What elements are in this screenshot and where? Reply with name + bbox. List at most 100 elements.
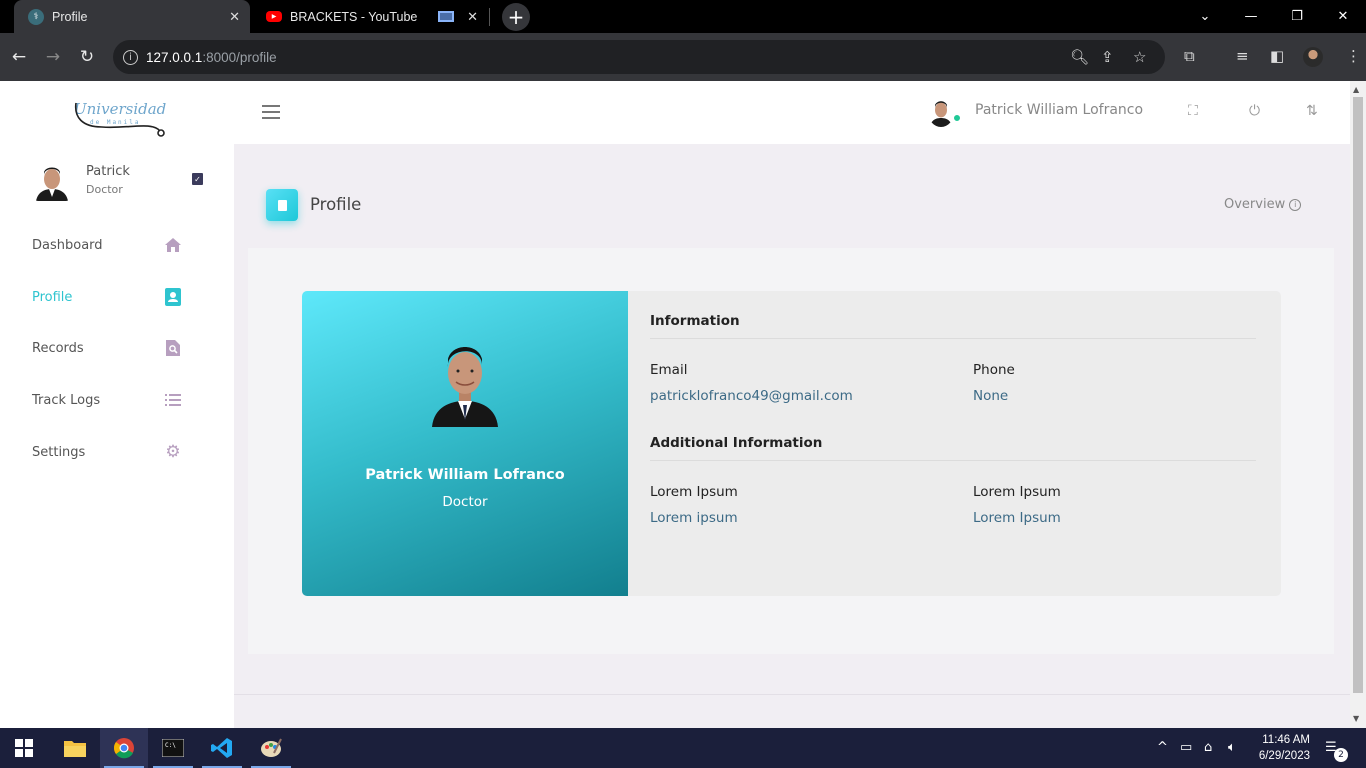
section-divider — [650, 460, 1256, 461]
hamburger-menu-icon[interactable] — [262, 105, 280, 119]
tab-profile[interactable]: ⚕ Profile ✕ — [14, 0, 250, 33]
site-info-icon[interactable]: i — [123, 49, 138, 65]
scroll-thumb[interactable] — [1353, 97, 1363, 693]
top-header: Patrick William Lofranco ⛶ ⏻ ⇅ — [234, 81, 1350, 144]
paint-app-icon[interactable] — [247, 728, 295, 768]
profile-name: Patrick William Lofranco — [365, 467, 565, 483]
clock-date: 6/29/2023 — [1258, 750, 1310, 762]
sidebar-item-label: Records — [32, 340, 84, 356]
minimize-button[interactable]: — — [1228, 0, 1274, 33]
logo-text: Universidad — [74, 100, 166, 118]
header-user-name[interactable]: Patrick William Lofranco — [975, 102, 1143, 118]
profile-avatar-icon[interactable] — [1303, 47, 1323, 67]
sidebar-user-role: Doctor — [86, 183, 123, 196]
url-host: 127.0.0.1 — [146, 49, 203, 65]
phone-value: None — [973, 388, 1009, 404]
home-icon — [164, 236, 182, 254]
tab-separator — [489, 8, 490, 26]
close-window-button[interactable]: ✕ — [1320, 0, 1366, 33]
menu-kebab-icon[interactable]: ⋮ — [1346, 47, 1361, 65]
back-icon[interactable]: ← — [7, 45, 31, 69]
os-taskbar: C:\ ^ ▭ ⌂ 🔈︎ 11:46 AM 6/29/2023 ☰ 2 — [0, 728, 1366, 768]
file-explorer-icon[interactable] — [51, 728, 99, 768]
sidebar-item-settings[interactable]: Settings ⚙ — [32, 437, 192, 467]
sidebar-item-label: Track Logs — [32, 392, 101, 408]
phone-label: Phone — [973, 362, 1015, 378]
page-title-bar: Profile Overview i — [234, 144, 1350, 248]
battery-icon[interactable]: ▭ — [1180, 740, 1192, 755]
close-icon[interactable]: ✕ — [229, 9, 240, 25]
svg-text:C:\: C:\ — [165, 742, 176, 749]
sidebar-user-card[interactable]: Patrick Doctor ✓ — [30, 159, 210, 205]
zoom-icon[interactable]: 🔍︎ — [1070, 48, 1089, 66]
windows-start-icon[interactable] — [0, 728, 48, 768]
forward-icon[interactable]: → — [41, 45, 65, 69]
reload-icon[interactable]: ↻ — [75, 45, 99, 69]
verified-badge-icon: ✓ — [192, 173, 203, 185]
profile-card: Patrick William Lofranco Doctor Informat… — [302, 291, 1281, 596]
profile-summary-panel: Patrick William Lofranco Doctor — [302, 291, 628, 596]
logo[interactable]: Universidad de Manila — [72, 95, 172, 139]
email-label: Email — [650, 362, 688, 378]
side-panel-icon[interactable]: ◧ — [1270, 47, 1284, 65]
sidebar-item-dashboard[interactable]: Dashboard — [32, 230, 192, 260]
scroll-down-arrow-icon[interactable]: ▼ — [1353, 714, 1359, 723]
sidebar-item-label: Settings — [32, 444, 86, 460]
sidebar-item-records[interactable]: Records — [32, 333, 192, 363]
system-clock[interactable]: 11:46 AM 6/29/2023 — [1254, 732, 1310, 764]
scroll-up-arrow-icon[interactable]: ▲ — [1353, 85, 1359, 94]
sidebar-item-label: Profile — [32, 289, 73, 305]
extra-field-value: Lorem ipsum — [650, 510, 738, 526]
information-heading: Information — [650, 313, 740, 329]
overview-link[interactable]: Overview i — [1224, 197, 1302, 212]
network-icon[interactable]: ⌂ — [1204, 740, 1212, 755]
power-icon[interactable]: ⏻ — [1249, 103, 1260, 119]
document-icon — [266, 189, 298, 221]
avatar — [34, 161, 70, 201]
tab-title: Profile — [52, 9, 88, 24]
contact-card-icon — [164, 288, 182, 306]
browser-toolbar: ← → ↻ i 127.0.0.1:8000/profile 🔍︎ ⇪ ☆ ⧉ … — [0, 33, 1366, 81]
page-title: Profile — [310, 195, 362, 214]
gear-icon: ⚙ — [165, 442, 181, 462]
web-page: Universidad de Manila Patrick Doctor ✓ D… — [0, 81, 1350, 728]
extra-field-label: Lorem Ipsum — [650, 484, 738, 500]
search-file-icon — [164, 339, 182, 357]
additional-information-heading: Additional Information — [650, 435, 823, 451]
info-icon: i — [1289, 198, 1302, 211]
restore-button[interactable]: ❐ — [1274, 0, 1320, 33]
notification-count-badge: 2 — [1334, 748, 1348, 762]
tab-title: BRACKETS - YouTube — [290, 9, 418, 24]
online-status-dot — [953, 114, 961, 122]
sidebar: Universidad de Manila Patrick Doctor ✓ D… — [0, 81, 234, 728]
terminal-icon[interactable]: C:\ — [149, 728, 197, 768]
address-bar[interactable]: i 127.0.0.1:8000/profile 🔍︎ ⇪ ☆ — [113, 40, 1165, 74]
logo-subtext: de Manila — [90, 119, 141, 126]
tab-search-icon[interactable]: ⌄ — [1182, 0, 1228, 33]
sidebar-item-label: Dashboard — [32, 237, 103, 253]
chrome-icon[interactable] — [100, 728, 148, 768]
stethoscope-favicon-icon: ⚕ — [28, 8, 44, 25]
close-icon[interactable]: ✕ — [467, 9, 478, 25]
avatar[interactable] — [928, 97, 954, 127]
sort-list-icon[interactable]: ⇅ — [1306, 103, 1318, 119]
fullscreen-icon[interactable]: ⛶ — [1188, 103, 1198, 119]
list-icon — [164, 391, 182, 409]
extra-field-label: Lorem Ipsum — [973, 484, 1061, 500]
extra-field-value: Lorem Ipsum — [973, 510, 1061, 526]
clock-time: 11:46 AM — [1262, 734, 1310, 746]
youtube-icon: ▶ — [266, 11, 282, 22]
overview-label: Overview — [1224, 197, 1286, 212]
chevron-up-icon[interactable]: ^ — [1157, 740, 1168, 755]
volume-icon[interactable]: 🔈︎ — [1228, 740, 1236, 755]
sidebar-item-track-logs[interactable]: Track Logs — [32, 385, 192, 415]
sidebar-item-profile[interactable]: Profile — [32, 282, 192, 312]
extensions-icon[interactable]: ⧉ — [1184, 47, 1195, 65]
media-control-icon[interactable]: ≡ — [1236, 47, 1249, 65]
new-tab-button[interactable]: + — [502, 3, 530, 31]
bookmark-star-icon[interactable]: ☆ — [1133, 48, 1146, 66]
share-icon[interactable]: ⇪ — [1101, 48, 1114, 66]
vscode-icon[interactable] — [198, 728, 246, 768]
tab-youtube[interactable]: ▶ BRACKETS - YouTube ✕ — [258, 0, 488, 33]
page-scrollbar[interactable]: ▲ ▼ — [1350, 81, 1366, 728]
